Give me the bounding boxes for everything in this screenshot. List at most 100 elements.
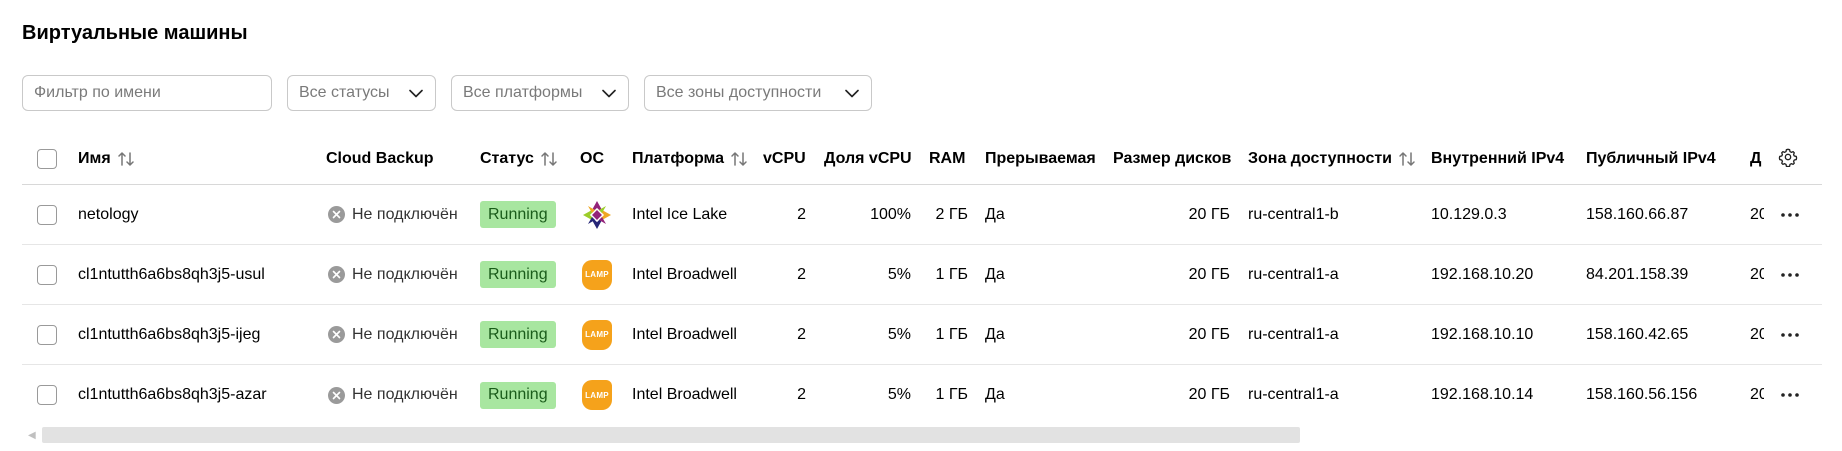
row-checkbox[interactable] [37,264,57,285]
column-header-os: ОС [580,134,604,184]
platform-select[interactable]: Все платформы [451,75,629,111]
next-column-cell: 20 [1750,325,1764,343]
table-row[interactable]: cl1ntutth6a6bs8qh3j5-ijeg Не подключён R… [22,305,1822,365]
column-header-name-label: Имя [78,150,111,167]
sort-icon[interactable] [730,151,748,167]
column-header-next: Д [1750,134,1764,184]
table-row[interactable]: cl1ntutth6a6bs8qh3j5-azar Не подключён R… [22,365,1822,425]
close-circle-icon [328,386,345,404]
column-header-status[interactable]: Статус [480,134,558,184]
zone-cell: ru-central1-a [1248,386,1339,403]
lamp-logo-text: LAMP [582,380,612,410]
sort-icon[interactable] [1398,151,1416,167]
filters-bar: Фильтр по имени Все статусы Все платформ… [22,75,872,111]
row-checkbox[interactable] [37,324,57,345]
vm-name-link[interactable]: netology [78,185,139,244]
close-circle-icon [328,326,345,343]
zone-select-value: Все зоны доступности [656,84,822,101]
status-cell: Running [480,305,556,364]
column-header-ram-label: RAM [929,150,966,167]
more-horizontal-icon [1778,263,1802,287]
public-ip-cell: 84.201.158.39 [1586,265,1689,283]
select-all-checkbox[interactable] [37,149,57,169]
column-header-zone-label: Зона доступности [1248,150,1393,167]
sort-icon[interactable] [117,151,135,167]
backup-cell: Не подключён [328,245,458,304]
chevron-down-icon [601,85,617,101]
preemptible-cell: Да [985,265,1005,283]
column-header-name[interactable]: Имя [78,134,135,184]
internal-ip-cell: 10.129.0.3 [1431,205,1507,223]
status-select-value: Все статусы [299,84,390,101]
disk-size-cell: 20 ГБ [1188,325,1230,343]
vcpu-cell: 2 [797,205,806,223]
vcpu-share-cell: 5% [887,265,911,283]
row-checkbox-cell [37,365,57,425]
centos-icon [582,200,612,230]
column-header-os-label: ОС [580,150,604,167]
column-header-backup: Cloud Backup [326,134,434,184]
next-column-cell: 20 [1750,205,1764,223]
public-ip-cell: 158.160.66.87 [1586,205,1689,223]
row-actions-button[interactable] [1778,245,1802,304]
column-header-vcpu-share: Доля vCPU [824,134,912,184]
vm-name-link[interactable]: cl1ntutth6a6bs8qh3j5-ijeg [78,305,260,364]
vm-table: Имя Cloud Backup Статус ОС Платформа vCP… [22,134,1822,425]
zone-cell: ru-central1-b [1248,205,1339,223]
internal-ip-cell: 192.168.10.20 [1431,265,1534,283]
row-actions-button[interactable] [1778,305,1802,364]
ram-cell: 1 ГБ [935,386,968,403]
name-filter-placeholder: Фильтр по имени [34,84,161,101]
disk-size-cell: 20 ГБ [1188,205,1230,223]
vm-name-link[interactable]: cl1ntutth6a6bs8qh3j5-usul [78,245,265,304]
column-header-zone[interactable]: Зона доступности [1248,134,1416,184]
os-cell: LAMP [582,305,612,364]
backup-status-text: Не подключён [352,205,458,223]
platform-cell: Intel Broadwell [632,325,737,343]
column-header-next-label: Д [1750,150,1762,167]
status-select[interactable]: Все статусы [287,75,436,111]
internal-ip-cell: 192.168.10.14 [1431,386,1534,403]
backup-cell: Не подключён [328,365,458,425]
page-title: Виртуальные машины [22,22,248,44]
status-cell: Running [480,245,556,304]
preemptible-cell: Да [985,386,1005,403]
ram-cell: 1 ГБ [935,265,968,283]
row-actions-button[interactable] [1778,365,1802,425]
status-badge: Running [480,201,556,228]
scroll-left-arrow-icon[interactable]: ◀ [28,430,36,441]
vcpu-share-cell: 5% [887,386,911,403]
lamp-logo-text: LAMP [582,319,612,350]
table-settings-button[interactable] [1778,134,1798,184]
select-all-checkbox-cell [37,134,57,184]
row-checkbox[interactable] [37,385,57,405]
column-header-vcpu-share-label: Доля vCPU [824,150,912,167]
row-actions-button[interactable] [1778,185,1802,244]
table-row[interactable]: cl1ntutth6a6bs8qh3j5-usul Не подключён R… [22,245,1822,305]
preemptible-cell: Да [985,205,1005,223]
os-cell [582,185,612,244]
horizontal-scrollbar[interactable]: ◀ [22,427,1822,443]
scrollbar-thumb[interactable] [42,427,1300,443]
name-filter-input[interactable]: Фильтр по имени [22,75,272,111]
lamp-logo-text: LAMP [582,259,612,290]
zone-select[interactable]: Все зоны доступности [644,75,872,111]
platform-cell: Intel Ice Lake [632,205,728,223]
backup-status-text: Не подключён [352,325,458,343]
status-cell: Running [480,185,556,244]
vcpu-cell: 2 [797,265,806,283]
row-checkbox[interactable] [37,204,57,225]
vm-name-link[interactable]: cl1ntutth6a6bs8qh3j5-azar [78,365,267,425]
table-row[interactable]: netology Не подключён Running Intel Ice … [22,185,1822,245]
column-header-platform[interactable]: Платформа [632,134,748,184]
platform-select-value: Все платформы [463,84,583,101]
lamp-icon: LAMP [582,259,612,290]
column-header-public-ip: Публичный IPv4 [1586,134,1716,184]
status-badge: Running [480,321,556,348]
internal-ip-cell: 192.168.10.10 [1431,325,1534,343]
sort-icon[interactable] [540,151,558,167]
column-header-ram: RAM [929,134,965,184]
row-checkbox-cell [37,305,57,364]
column-header-internal-ip: Внутренний IPv4 [1431,134,1564,184]
os-cell: LAMP [582,365,612,425]
